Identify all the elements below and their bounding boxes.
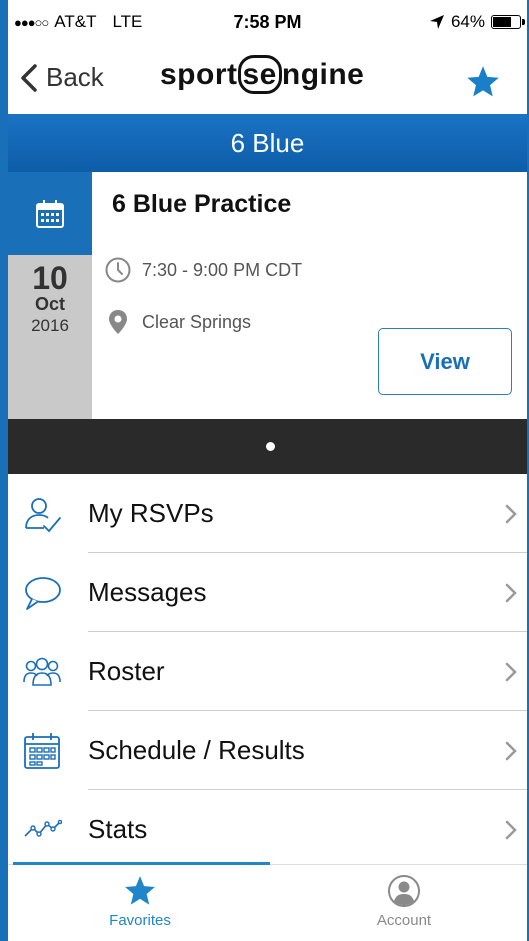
menu-item-label: My RSVPs — [88, 498, 214, 528]
tab-bar: Favorites Account — [8, 862, 527, 941]
battery-percent: 64% — [450, 12, 485, 31]
app-frame: ●●●○○ AT&T LTE 7:58 PM 64% Back sport se n… — [0, 0, 529, 941]
group-people-icon — [23, 657, 61, 686]
signal-strength: ●●●○○ — [14, 14, 49, 30]
menu-item-label: Schedule / Results — [88, 735, 305, 765]
logo-text-mid: se — [237, 55, 282, 94]
event-month: Oct — [34, 294, 65, 314]
tab-label: Account — [376, 912, 432, 929]
event-year: 2016 — [31, 316, 69, 335]
tab-account[interactable]: Account — [304, 874, 504, 929]
menu-item-label: Roster — [88, 656, 165, 686]
calendar-icon — [36, 199, 64, 228]
menu-item-label: Stats — [88, 814, 148, 844]
active-tab-indicator — [13, 862, 270, 865]
event-date-column: 10 Oct 2016 — [8, 172, 92, 419]
tab-favorites[interactable]: Favorites — [40, 874, 240, 929]
calendar-badge — [8, 172, 92, 255]
menu-item-roster[interactable]: Roster — [8, 632, 527, 711]
team-title-bar: 6 Blue — [8, 114, 527, 172]
location-arrow-icon — [429, 15, 444, 29]
chevron-left-icon — [21, 63, 37, 92]
chevron-right-icon — [505, 741, 517, 761]
speech-bubble-icon — [25, 577, 61, 610]
rsvp-person-check-icon — [25, 498, 61, 533]
favorite-star-icon[interactable] — [465, 64, 501, 100]
page-indicator-dot[interactable] — [266, 442, 275, 451]
logo-text-right: ngine — [281, 58, 365, 91]
event-location: Clear Springs — [142, 311, 252, 332]
menu-item-my-rsvps[interactable]: My RSVPs — [8, 474, 527, 553]
carrier-name: AT&T — [54, 12, 97, 31]
event-time: 7:30 - 9:00 PM CDT — [142, 259, 303, 280]
tab-label: Favorites — [109, 912, 171, 929]
navigation-bar: Back sport se ngine — [8, 46, 527, 114]
event-location-row: Clear Springs — [104, 308, 251, 336]
view-event-button[interactable]: View — [378, 328, 512, 395]
clock-icon — [105, 257, 131, 283]
menu-item-label: Messages — [88, 577, 207, 607]
team-menu-list: My RSVPs Messages Roster Schedule / Resu… — [8, 474, 527, 869]
chevron-right-icon — [505, 504, 517, 524]
calendar-grid-icon — [24, 733, 60, 769]
sportsengine-logo: sport se ngine — [160, 55, 365, 94]
event-card[interactable]: 10 Oct 2016 6 Blue Practice 7:30 - 9:00 … — [8, 172, 527, 419]
menu-item-messages[interactable]: Messages — [8, 553, 527, 632]
map-pin-icon — [109, 310, 127, 334]
line-graph-icon — [24, 819, 62, 837]
chevron-right-icon — [505, 583, 517, 603]
network-type: LTE — [112, 12, 143, 31]
battery-icon — [491, 15, 525, 29]
star-icon — [125, 876, 155, 905]
chevron-right-icon — [505, 820, 517, 840]
status-time: 7:58 PM — [233, 12, 302, 32]
event-day: 10 — [32, 260, 68, 296]
chevron-right-icon — [505, 662, 517, 682]
menu-item-stats[interactable]: Stats — [8, 790, 527, 869]
user-avatar-icon — [388, 875, 420, 907]
back-label: Back — [46, 62, 104, 92]
menu-item-schedule-results[interactable]: Schedule / Results — [8, 711, 527, 790]
event-time-row: 7:30 - 9:00 PM CDT — [104, 256, 302, 284]
logo-text-left: sport — [160, 58, 238, 91]
event-title: 6 Blue Practice — [112, 190, 292, 218]
carousel-pager — [8, 419, 527, 474]
back-button[interactable]: Back — [20, 62, 104, 93]
status-bar: ●●●○○ AT&T LTE 7:58 PM 64% — [8, 0, 527, 46]
